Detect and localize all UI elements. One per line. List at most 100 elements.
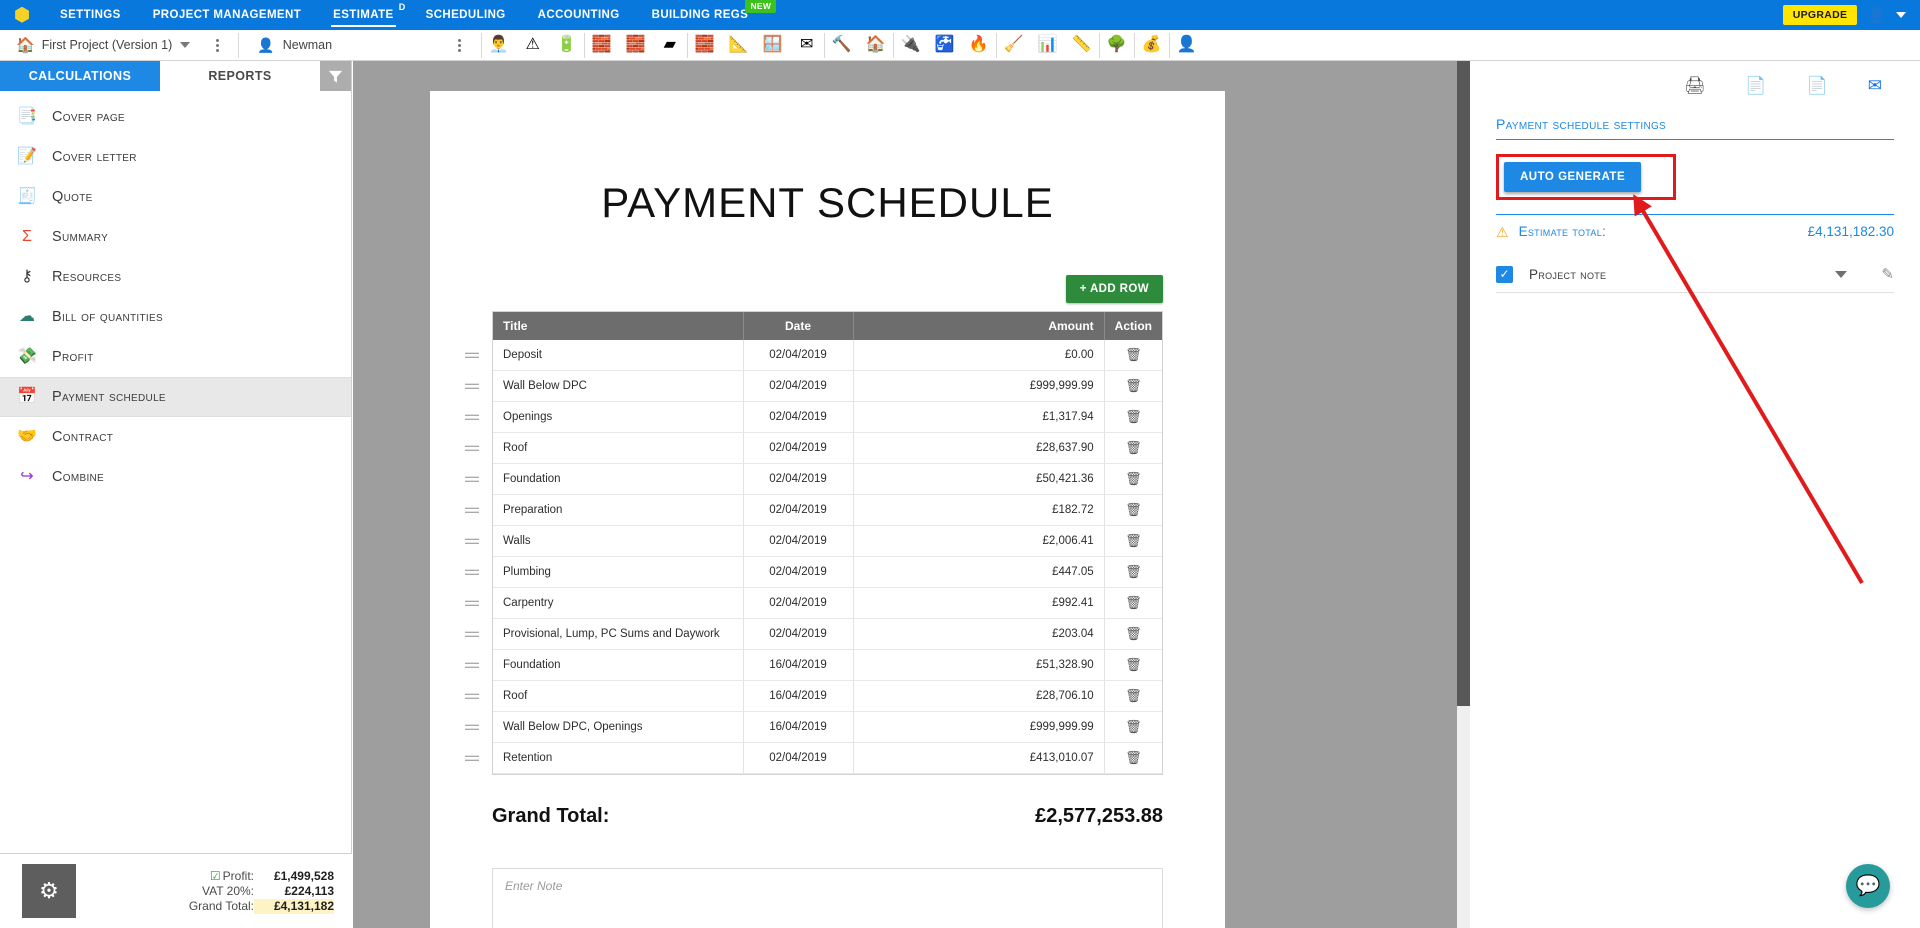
add-row-button[interactable]: + ADD ROW bbox=[1065, 275, 1163, 303]
row-drag-handle[interactable] bbox=[465, 474, 479, 485]
cell-amount[interactable]: £992.41 bbox=[853, 587, 1105, 619]
flooring-icon[interactable]: 📊 bbox=[1031, 30, 1065, 61]
cell-title[interactable]: Retention bbox=[465, 742, 744, 774]
cell-amount[interactable]: £413,010.07 bbox=[853, 742, 1105, 774]
auto-generate-button[interactable]: AUTO GENERATE bbox=[1504, 162, 1642, 192]
row-drag-handle[interactable] bbox=[465, 629, 479, 640]
excel-export-icon[interactable]: 📄 bbox=[1807, 77, 1828, 94]
steel-beam-icon[interactable]: 📐 bbox=[722, 30, 756, 61]
sidebar-item-summary[interactable]: Σ Summary bbox=[0, 217, 351, 257]
cell-title[interactable]: Wall Below DPC bbox=[465, 370, 744, 402]
trash-icon[interactable]: 🗑 bbox=[1125, 719, 1142, 734]
landscaping-icon[interactable]: 🌳 bbox=[1100, 30, 1134, 61]
pdf-export-icon[interactable]: 📄 bbox=[1745, 77, 1766, 94]
table-row[interactable]: Carpentry 02/04/2019 £992.41 🗑 bbox=[465, 587, 1162, 619]
trash-icon[interactable]: 🗑 bbox=[1125, 595, 1142, 610]
table-row[interactable]: Walls 02/04/2019 £2,006.41 🗑 bbox=[465, 525, 1162, 557]
cell-amount[interactable]: £50,421.36 bbox=[853, 463, 1105, 495]
project-overflow-menu-icon[interactable] bbox=[208, 38, 226, 52]
table-row[interactable]: Foundation 16/04/2019 £51,328.90 🗑 bbox=[465, 649, 1162, 681]
groundworks-icon[interactable]: 🧱 bbox=[585, 30, 619, 61]
project-note-chevron-down-icon[interactable] bbox=[1835, 270, 1848, 278]
cell-date[interactable]: 02/04/2019 bbox=[743, 742, 854, 774]
sidebar-item-quote[interactable]: 🧾 Quote bbox=[0, 177, 351, 217]
table-row[interactable]: Retention 02/04/2019 £413,010.07 🗑 bbox=[465, 742, 1162, 774]
cell-date[interactable]: 02/04/2019 bbox=[743, 556, 854, 588]
project-note-edit-pencil-icon[interactable]: ✎ bbox=[1881, 265, 1894, 283]
plumbing-tap-icon[interactable]: 🚰 bbox=[928, 30, 962, 61]
tab-calculations[interactable]: CALCULATIONS bbox=[0, 61, 160, 91]
print-icon[interactable]: 🖨 bbox=[1684, 77, 1706, 94]
roofing-icon[interactable]: 🏠 bbox=[859, 30, 893, 61]
trash-icon[interactable]: 🗑 bbox=[1125, 688, 1142, 703]
column-header-amount[interactable]: Amount bbox=[853, 312, 1105, 340]
sidebar-item-cover-letter[interactable]: 📝 Cover Letter bbox=[0, 137, 351, 177]
table-row[interactable]: Roof 02/04/2019 £28,637.90 🗑 bbox=[465, 432, 1162, 464]
cell-title[interactable]: Roof bbox=[465, 432, 744, 464]
project-selector[interactable]: 🏠 First Project (Version 1) bbox=[0, 30, 196, 61]
trash-icon[interactable]: 🗑 bbox=[1125, 657, 1142, 672]
cell-amount[interactable]: £2,006.41 bbox=[853, 525, 1105, 557]
measure-tape-icon[interactable]: 📏 bbox=[1065, 30, 1099, 61]
row-drag-handle[interactable] bbox=[465, 753, 479, 764]
trash-icon[interactable]: 🗑 bbox=[1125, 502, 1142, 517]
row-drag-handle[interactable] bbox=[465, 350, 479, 361]
hazard-triangle-icon[interactable]: ⚠ bbox=[516, 30, 550, 61]
nav-item-project-management[interactable]: PROJECT MANAGEMENT bbox=[137, 0, 317, 30]
cell-date[interactable]: 02/04/2019 bbox=[743, 618, 854, 650]
trash-icon[interactable]: 🗑 bbox=[1125, 347, 1142, 362]
sidebar-item-combine[interactable]: ↪ Combine bbox=[0, 457, 351, 497]
cell-amount[interactable]: £1,317.94 bbox=[853, 401, 1105, 433]
nav-item-accounting[interactable]: ACCOUNTING bbox=[522, 0, 636, 30]
trash-icon[interactable]: 🗑 bbox=[1125, 750, 1142, 765]
cell-title[interactable]: Wall Below DPC, Openings bbox=[465, 711, 744, 743]
column-header-date[interactable]: Date bbox=[743, 312, 854, 340]
user-selector[interactable]: 👤 Newman bbox=[239, 30, 438, 61]
cell-title[interactable]: Roof bbox=[465, 680, 744, 712]
drainage-pipe-icon[interactable]: 🔋 bbox=[550, 30, 584, 61]
cell-amount[interactable]: £182.72 bbox=[853, 494, 1105, 526]
cell-date[interactable]: 02/04/2019 bbox=[743, 432, 854, 464]
user-overflow-menu-icon[interactable] bbox=[451, 38, 469, 52]
cell-amount[interactable]: £28,706.10 bbox=[853, 680, 1105, 712]
cell-title[interactable]: Openings bbox=[465, 401, 744, 433]
row-drag-handle[interactable] bbox=[465, 691, 479, 702]
note-input[interactable]: Enter Note bbox=[492, 868, 1163, 928]
cell-date[interactable]: 16/04/2019 bbox=[743, 649, 854, 681]
cell-date[interactable]: 02/04/2019 bbox=[743, 401, 854, 433]
cell-date[interactable]: 02/04/2019 bbox=[743, 587, 854, 619]
document-scrollbar-thumb[interactable] bbox=[1457, 61, 1470, 706]
row-drag-handle[interactable] bbox=[465, 443, 479, 454]
row-drag-handle[interactable] bbox=[465, 722, 479, 733]
cell-title[interactable]: Preparation bbox=[465, 494, 744, 526]
settings-button[interactable]: ⚙ bbox=[22, 864, 76, 918]
cell-date[interactable]: 02/04/2019 bbox=[743, 525, 854, 557]
cell-amount[interactable]: £447.05 bbox=[853, 556, 1105, 588]
account-chevron-down-icon[interactable] bbox=[1896, 12, 1906, 18]
email-icon[interactable]: ✉ bbox=[1868, 77, 1882, 94]
window-icon[interactable]: 🪟 bbox=[756, 30, 790, 61]
sidebar-item-bill-of-quantities[interactable]: ☁ Bill of Quantities bbox=[0, 297, 351, 337]
table-row[interactable]: Preparation 02/04/2019 £182.72 🗑 bbox=[465, 494, 1162, 526]
concrete-icon[interactable]: ▰ bbox=[653, 30, 687, 61]
cell-date[interactable]: 02/04/2019 bbox=[743, 340, 854, 371]
sidebar-item-resources[interactable]: ⚷ Resources bbox=[0, 257, 351, 297]
cell-title[interactable]: Walls bbox=[465, 525, 744, 557]
finance-coins-icon[interactable]: 💰 bbox=[1135, 30, 1169, 61]
trash-icon[interactable]: 🗑 bbox=[1125, 378, 1142, 393]
trash-icon[interactable]: 🗑 bbox=[1125, 471, 1142, 486]
sidebar-item-cover-page[interactable]: 📑 Cover page bbox=[0, 97, 351, 137]
row-drag-handle[interactable] bbox=[465, 381, 479, 392]
table-row[interactable]: Openings 02/04/2019 £1,317.94 🗑 bbox=[465, 401, 1162, 433]
trash-icon[interactable]: 🗑 bbox=[1125, 564, 1142, 579]
sidebar-item-contract[interactable]: 🤝 Contract bbox=[0, 417, 351, 457]
cell-date[interactable]: 02/04/2019 bbox=[743, 463, 854, 495]
project-note-checkbox[interactable]: ✓ bbox=[1496, 265, 1513, 283]
masonry-wall-icon[interactable]: 🧱 bbox=[688, 30, 722, 61]
architect-icon[interactable]: 👨‍💼 bbox=[482, 30, 516, 61]
cell-date[interactable]: 02/04/2019 bbox=[743, 370, 854, 402]
row-drag-handle[interactable] bbox=[465, 536, 479, 547]
upgrade-button[interactable]: UPGRADE bbox=[1782, 5, 1858, 25]
cell-title[interactable]: Foundation bbox=[465, 649, 744, 681]
trash-icon[interactable]: 🗑 bbox=[1125, 440, 1142, 455]
